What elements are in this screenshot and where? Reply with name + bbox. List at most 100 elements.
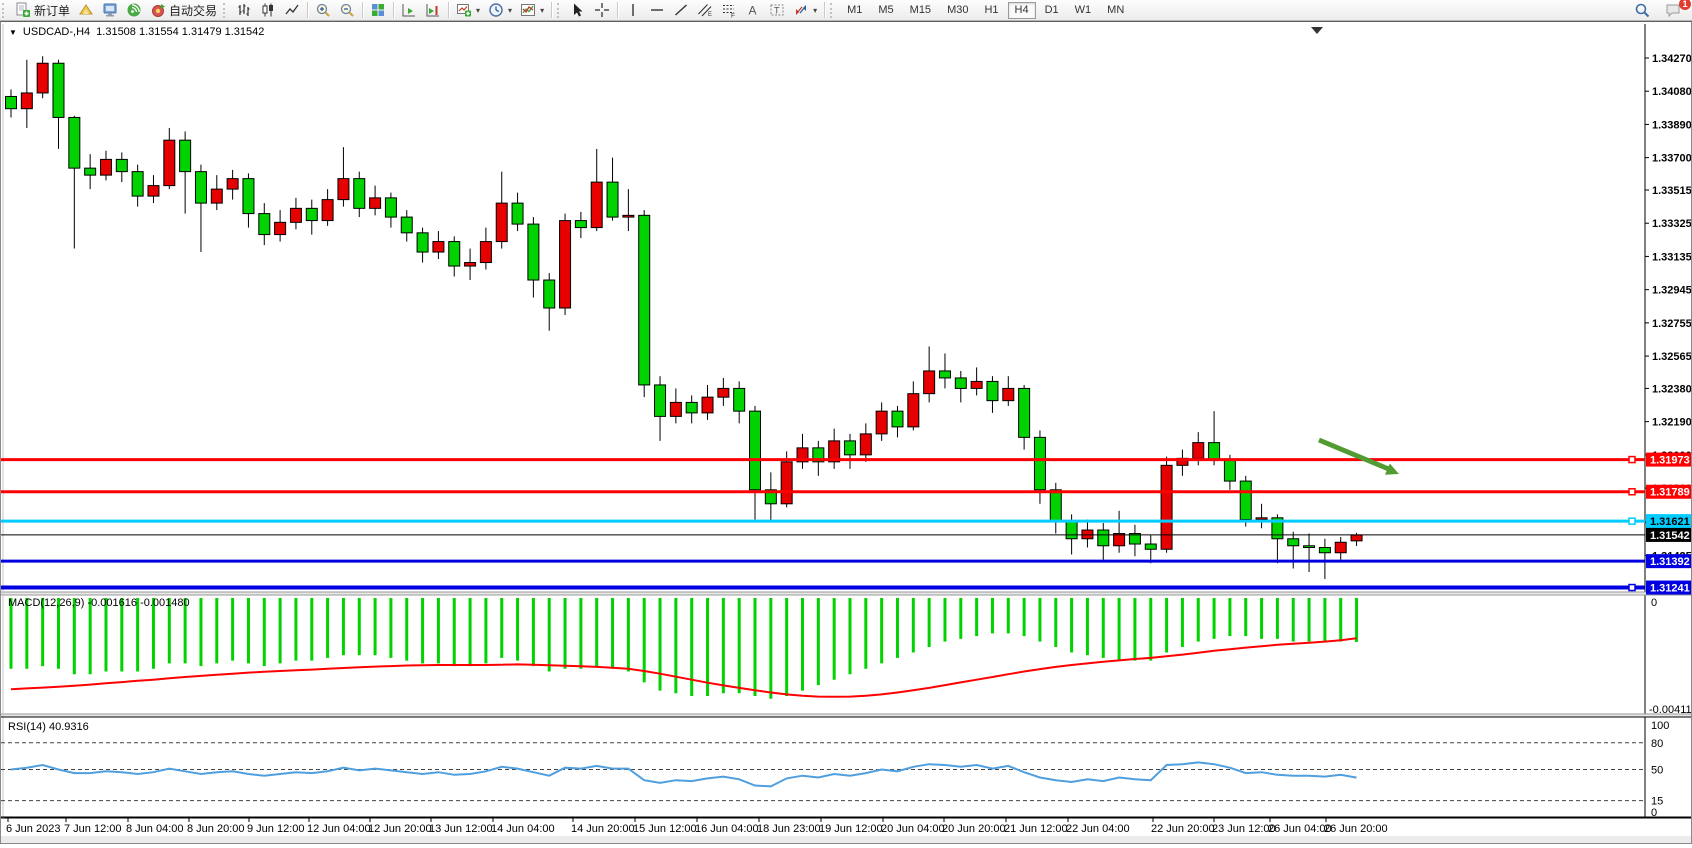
timeframe-h1-button[interactable]: H1 — [977, 2, 1005, 19]
candle — [211, 189, 222, 203]
signals-button[interactable] — [122, 1, 146, 20]
candlestick-chart-type-button[interactable] — [256, 1, 280, 20]
bid-price-label: 1.31542 — [1650, 530, 1690, 542]
chart-window: ▼ USDCAD-,H4 1.31508 1.31554 1.31479 1.3… — [0, 21, 1692, 844]
templates-button[interactable]: ▾ — [516, 1, 548, 20]
vertical-line-icon — [625, 2, 641, 18]
price-tick-label: 1.32380 — [1652, 383, 1691, 395]
time-axis-label: 13 Jun 12:00 — [429, 823, 493, 835]
chart-background — [1, 22, 1691, 843]
auto-trading-button[interactable]: 自动交易 — [146, 1, 221, 20]
new-chart-dropdown-caret: ▾ — [476, 6, 480, 15]
channel-tool-button[interactable]: E — [693, 1, 717, 20]
candle — [1019, 388, 1030, 437]
zoom-out-button[interactable] — [335, 1, 359, 20]
fibonacci-tool-button[interactable]: F — [717, 1, 741, 20]
crosshair-tool-button[interactable] — [590, 1, 614, 20]
candle — [1050, 490, 1061, 521]
candle — [955, 378, 966, 388]
candle — [465, 263, 476, 266]
timeframe-m30-button[interactable]: M30 — [940, 2, 975, 19]
rsi-scale-label: 80 — [1651, 738, 1663, 750]
timeframe-d1-button[interactable]: D1 — [1038, 2, 1066, 19]
candle — [85, 168, 96, 175]
metaeditor-button[interactable] — [74, 1, 98, 20]
one-click-trading-toggle-icon[interactable]: ▼ — [9, 28, 17, 37]
timeframe-h4-button[interactable]: H4 — [1008, 2, 1036, 19]
trendline-tool-button[interactable] — [669, 1, 693, 20]
candle — [290, 208, 301, 222]
hline-handle-1.31241[interactable] — [1629, 585, 1635, 591]
auto-trading-icon — [150, 2, 166, 18]
candle — [512, 203, 523, 224]
candle — [892, 411, 903, 427]
toolbar-grip[interactable] — [223, 3, 230, 18]
svg-text:A: A — [749, 4, 757, 18]
candle — [180, 140, 191, 171]
template-chart-icon — [520, 2, 536, 18]
timeframe-w1-button[interactable]: W1 — [1068, 2, 1099, 19]
notifications-button[interactable]: 1 — [1661, 1, 1686, 20]
timeframe-m15-button[interactable]: M15 — [903, 2, 938, 19]
bar-chart-type-button[interactable] — [232, 1, 256, 20]
candle — [37, 63, 48, 93]
chart-shift-button[interactable] — [421, 1, 445, 20]
auto-scroll-button[interactable] — [397, 1, 421, 20]
rsi-scale-label: 50 — [1651, 765, 1663, 777]
vertical-line-tool-button[interactable] — [621, 1, 645, 20]
crosshair-icon — [594, 2, 610, 18]
candle — [734, 388, 745, 411]
candle — [575, 221, 586, 228]
timeframe-m1-button[interactable]: M1 — [840, 2, 869, 19]
toolbar-grip[interactable] — [2, 3, 9, 18]
candle — [528, 224, 539, 280]
candle — [781, 462, 792, 504]
candle — [639, 215, 650, 385]
hline-handle-1.31789[interactable] — [1629, 489, 1635, 495]
candle — [132, 172, 143, 196]
text-tool-button[interactable]: A — [741, 1, 765, 20]
line-chart-type-button[interactable] — [280, 1, 304, 20]
candle — [607, 182, 618, 217]
cursor-tool-button[interactable] — [566, 1, 590, 20]
tile-windows-icon — [370, 2, 386, 18]
candle — [69, 117, 80, 168]
timeframe-m5-button[interactable]: M5 — [871, 2, 900, 19]
price-tick-label: 1.33325 — [1652, 218, 1691, 230]
zoom-in-button[interactable] — [311, 1, 335, 20]
candle — [844, 441, 855, 455]
new-chart-button[interactable]: ▾ — [452, 1, 484, 20]
search-button[interactable] — [1630, 1, 1655, 20]
candle — [243, 179, 254, 214]
candle — [354, 179, 365, 209]
clock-icon — [488, 2, 504, 18]
candle — [1304, 546, 1315, 548]
candle — [338, 179, 349, 200]
price-tick-label: 1.32565 — [1652, 351, 1691, 363]
candle — [100, 159, 111, 175]
new-order-button[interactable]: 新订单 — [11, 1, 74, 20]
candle — [1240, 481, 1251, 519]
toolbar-grip[interactable] — [557, 3, 564, 18]
candle — [433, 242, 444, 252]
timeframe-mn-button[interactable]: MN — [1100, 2, 1131, 19]
candle — [259, 214, 270, 235]
arrows-tool-button[interactable]: ▾ — [789, 1, 821, 20]
candle — [164, 140, 175, 185]
chart-symbol-period: USDCAD-,H4 — [23, 26, 90, 38]
new-order-icon — [15, 2, 31, 18]
market-button[interactable] — [98, 1, 122, 20]
toolbar-grip[interactable] — [830, 3, 837, 18]
periods-button[interactable]: ▾ — [484, 1, 516, 20]
hline-handle-1.31621[interactable] — [1629, 518, 1635, 524]
candle — [1193, 443, 1204, 459]
candle — [655, 385, 666, 416]
text-label-tool-button[interactable]: T — [765, 1, 789, 20]
horizontal-line-tool-button[interactable] — [645, 1, 669, 20]
candle — [417, 233, 428, 252]
time-axis-label: 20 Jun 04:00 — [881, 823, 945, 835]
tile-windows-button[interactable] — [366, 1, 390, 20]
time-axis-label: 23 Jun 12:00 — [1212, 823, 1276, 835]
hline-handle-1.31973[interactable] — [1629, 457, 1635, 463]
chart-canvas[interactable]: 1.342701.340801.338901.337001.335151.333… — [1, 22, 1691, 843]
